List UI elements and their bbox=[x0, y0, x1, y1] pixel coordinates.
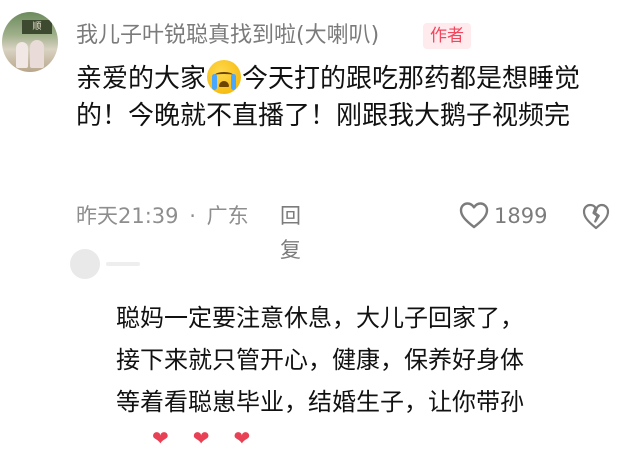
comment-text-part1: 亲爱的大家 bbox=[76, 64, 207, 94]
avatar-person bbox=[30, 40, 44, 68]
reply-text: 聪妈一定要注意休息，大儿子回家了， 接下来就只管开心，健康，保养好身体 等着看聪… bbox=[116, 304, 524, 416]
crying-face-icon bbox=[207, 60, 242, 94]
comment-text: 亲爱的大家 今天打的跟吃那药都是想睡觉的！今晚就不直播了！刚跟我大鹅子视频完 bbox=[76, 60, 624, 135]
broken-heart-icon[interactable] bbox=[582, 202, 610, 230]
meta-separator: · bbox=[189, 204, 196, 228]
user-avatar[interactable]: 顺 bbox=[2, 12, 58, 72]
reply-button[interactable]: 回复 bbox=[280, 199, 301, 267]
comment-username[interactable]: 我儿子叶锐聪真找到啦(大喇叭) bbox=[76, 20, 379, 52]
comment-location: 广东 bbox=[206, 204, 249, 228]
heart-emoji-row: ❤❤❤ bbox=[152, 426, 275, 450]
comment-time: 昨天21:39 bbox=[76, 204, 179, 228]
like-count: 1899 bbox=[494, 204, 548, 228]
avatar-person bbox=[16, 42, 28, 68]
avatar-shop-sign: 顺 bbox=[22, 20, 52, 34]
comment-meta: 昨天21:39 · 广东 回复 bbox=[76, 199, 301, 262]
reply-username[interactable] bbox=[106, 262, 140, 266]
heart-icon[interactable] bbox=[459, 201, 489, 229]
reply-avatar[interactable] bbox=[70, 249, 100, 279]
author-badge: 作者 bbox=[423, 23, 471, 49]
